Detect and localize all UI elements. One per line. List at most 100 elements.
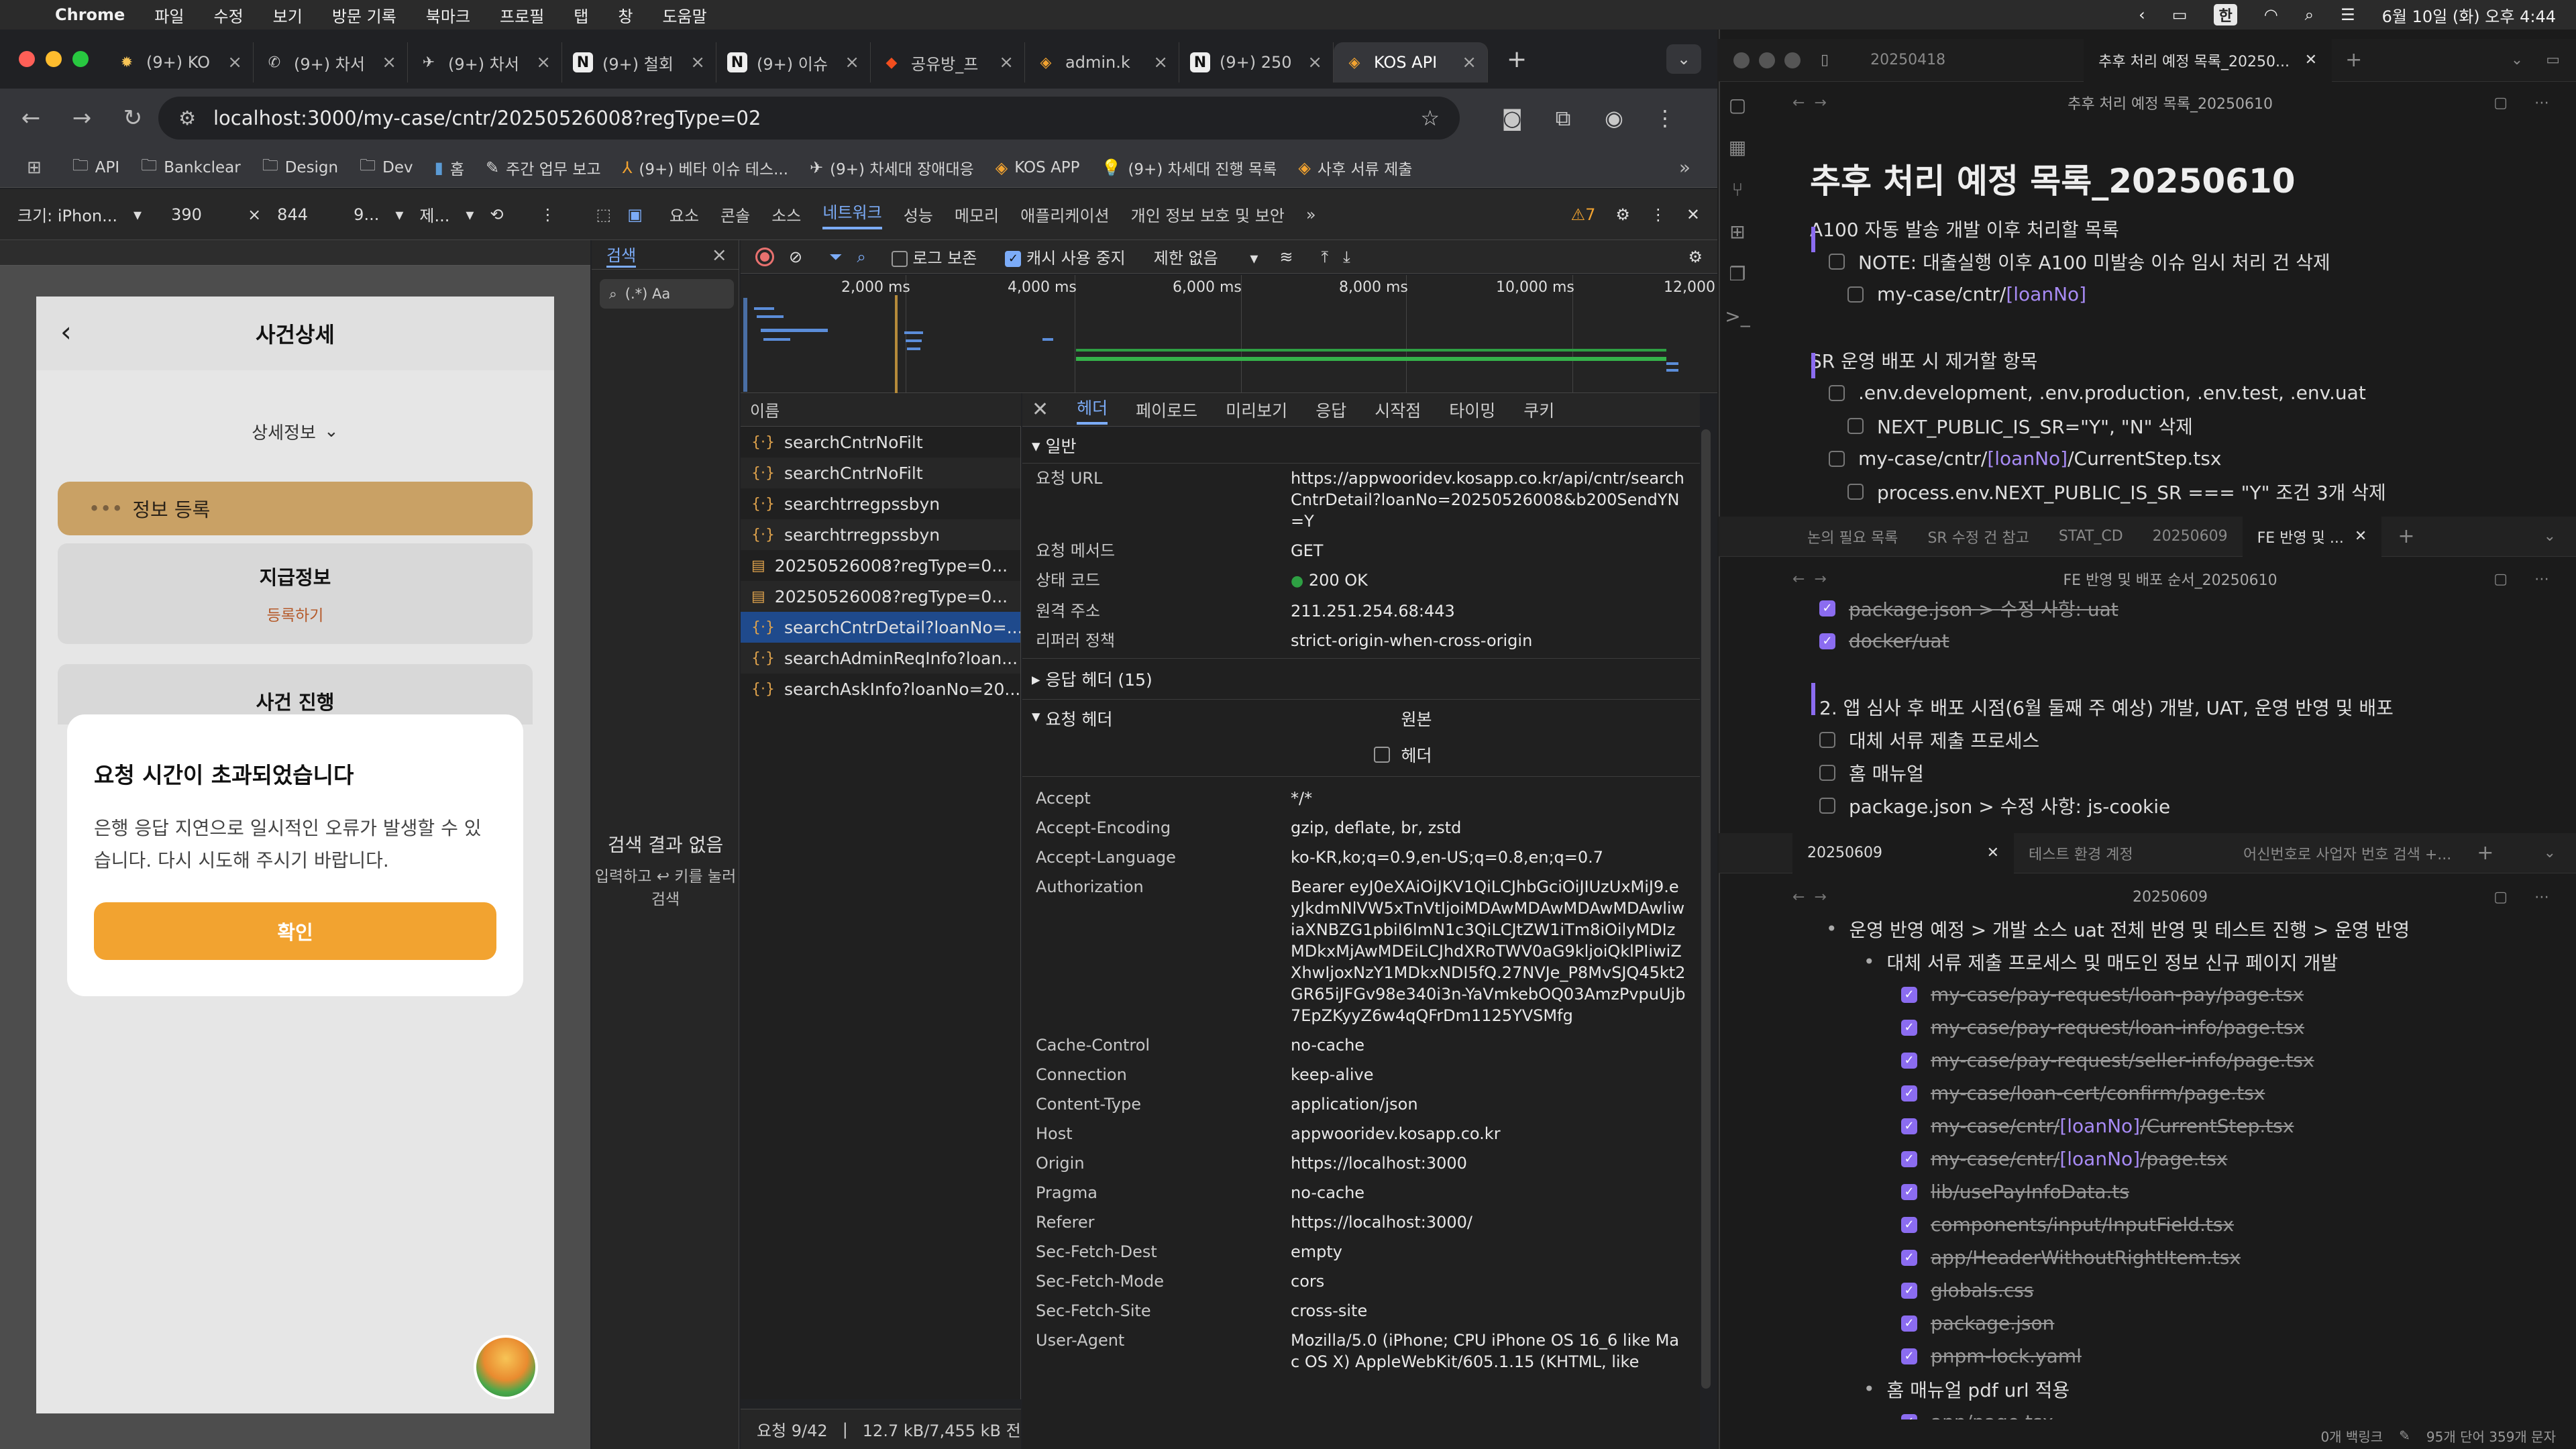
chevron-down-icon[interactable]: ⌄ bbox=[2544, 845, 2556, 861]
close-tab-icon[interactable]: × bbox=[838, 52, 859, 72]
close-tab-icon[interactable]: × bbox=[1146, 52, 1168, 72]
request-row[interactable]: {·} searchCntrNoFilt bbox=[741, 458, 1020, 488]
bookmark-item[interactable]: 🗀 Bankclear bbox=[141, 154, 241, 181]
devtools-more-icon[interactable]: ⋮ bbox=[1650, 205, 1666, 224]
browser-tab-active[interactable]: ◈ KOS API × bbox=[1334, 42, 1488, 83]
note-line[interactable]: 대체 서류 제출 프로세스 bbox=[1819, 723, 2576, 756]
bookmark-item[interactable]: ⅄ (9+) 베타 이슈 테스... bbox=[623, 156, 788, 179]
checkbox-checked-icon[interactable]: ✓ bbox=[1819, 633, 1835, 649]
request-row[interactable]: {·} searchAskInfo?loanNo=20... bbox=[741, 674, 1020, 704]
checkbox-icon[interactable] bbox=[1847, 483, 1864, 500]
request-row[interactable]: {·} searchAdminReqInfo?loan... bbox=[741, 643, 1020, 674]
menu-window[interactable]: 창 bbox=[618, 3, 633, 27]
chrome-menu-icon[interactable]: ⋮ bbox=[1640, 105, 1690, 131]
bookmark-item[interactable]: ✎ 주간 업무 보고 bbox=[486, 156, 601, 179]
menu-view[interactable]: 보기 bbox=[273, 3, 303, 27]
note-line[interactable]: ✓ globals.css bbox=[1826, 1274, 2576, 1307]
note-line[interactable]: ✓ pnpm-lock.yaml bbox=[1826, 1340, 2576, 1373]
note-line[interactable]: ✓ app/HeaderWithoutRightItem.tsx bbox=[1826, 1241, 2576, 1274]
note-tab[interactable]: 테스트 환경 계정 bbox=[2014, 832, 2229, 875]
menu-profile[interactable]: 프로필 bbox=[500, 3, 544, 27]
note-tab[interactable]: 20250418 bbox=[1856, 39, 2084, 82]
device-width-input[interactable]: 390 bbox=[171, 205, 231, 224]
note-line[interactable]: package.json > 수정 사항: js-cookie bbox=[1819, 789, 2576, 822]
request-row[interactable]: ▤ 20250526008?regType=0... bbox=[741, 550, 1020, 581]
control-center-icon[interactable]: ☰ bbox=[2341, 5, 2355, 24]
note-line[interactable]: NOTE: 대출실행 이후 A100 미발송 이슈 임시 처리 건 삭제 bbox=[1810, 245, 2576, 278]
note-heading[interactable]: SR 운영 배포 시 제거할 항목 bbox=[1810, 343, 2576, 376]
minimize-window-button[interactable] bbox=[46, 51, 62, 67]
throttle-select[interactable]: 제한 없음 ▾ bbox=[1154, 245, 1258, 268]
details-scrollbar[interactable] bbox=[1701, 429, 1711, 1389]
nav-arrows-icon[interactable]: ← → bbox=[1792, 95, 1827, 111]
clear-icon[interactable]: ⊘ bbox=[789, 248, 802, 266]
note-more-icon[interactable]: ⋯ bbox=[2534, 889, 2549, 906]
layout-icon[interactable]: ▭ bbox=[2546, 52, 2560, 68]
menu-bookmarks[interactable]: 북마크 bbox=[426, 3, 470, 27]
screenshot-icon[interactable]: ◙ bbox=[1487, 105, 1538, 131]
note-line[interactable]: my-case/cntr/[loanNo]/CurrentStep.tsx bbox=[1810, 442, 2576, 475]
warning-icon[interactable]: ⚠7 bbox=[1571, 205, 1596, 224]
tab-response[interactable]: 응답 bbox=[1316, 398, 1346, 422]
menu-tab[interactable]: 탭 bbox=[574, 3, 588, 27]
note-tab-active[interactable]: 추후 처리 예정 목록_20250... ✕ bbox=[2084, 38, 2332, 82]
back-chevron-icon[interactable]: ‹ bbox=[60, 315, 72, 348]
note-line[interactable]: ✓ my-case/loan-cert/confirm/page.tsx bbox=[1826, 1077, 2576, 1110]
edit-icon[interactable]: ✎ bbox=[2399, 1428, 2410, 1444]
checkbox-checked[interactable]: ✓ bbox=[1005, 251, 1022, 267]
devtools-tab-network[interactable]: 네트워크 bbox=[822, 199, 882, 229]
checkbox-checked-icon[interactable]: ✓ bbox=[1901, 1413, 1917, 1419]
close-tab-icon[interactable]: ✕ bbox=[2355, 528, 2367, 545]
site-info-icon[interactable]: ⚙ bbox=[178, 107, 196, 129]
rotate-icon[interactable]: ⟲ bbox=[490, 205, 503, 224]
network-settings-icon[interactable]: ⚙ bbox=[1688, 248, 1703, 266]
apps-grid-icon[interactable]: ⊞ bbox=[27, 158, 42, 178]
note-more-icon[interactable]: ⋯ bbox=[2534, 571, 2549, 588]
wifi-icon[interactable]: ◠ bbox=[2264, 5, 2278, 24]
note-line[interactable]: • 운영 반영 예정 > 개발 소스 uat 전체 반영 및 테스트 진행 > 운… bbox=[1826, 912, 2576, 945]
close-tab-icon[interactable]: ✕ bbox=[2305, 52, 2317, 68]
new-tab-icon[interactable]: + bbox=[2477, 841, 2493, 865]
tab-headers[interactable]: 헤더 bbox=[1077, 395, 1108, 425]
checkbox-checked-icon[interactable]: ✓ bbox=[1901, 1282, 1917, 1299]
browser-tab[interactable]: ✈ (9+) 차서 × bbox=[408, 42, 562, 83]
checkbox-checked-icon[interactable]: ✓ bbox=[1901, 1085, 1917, 1102]
close-search-icon[interactable]: × bbox=[712, 244, 727, 266]
browser-tab[interactable]: ◆ 공유방_프 × bbox=[871, 42, 1025, 83]
minimize-window-button[interactable] bbox=[1759, 52, 1775, 68]
note-line[interactable]: • 홈 매뉴얼 pdf url 적용 bbox=[1826, 1373, 2576, 1405]
more-bookmarks-icon[interactable]: » bbox=[1679, 156, 1690, 178]
checkbox-icon[interactable] bbox=[1819, 764, 1835, 781]
menu-history[interactable]: 방문 기록 bbox=[332, 3, 396, 27]
raw-toggle[interactable]: 원본 헤더 bbox=[1374, 706, 1432, 767]
note-line[interactable]: NEXT_PUBLIC_IS_SR="Y", "N" 삭제 bbox=[1810, 409, 2576, 442]
note-line[interactable]: ✓ my-case/cntr/[loanNo]/CurrentStep.tsx bbox=[1826, 1110, 2576, 1142]
checkbox-checked-icon[interactable]: ✓ bbox=[1819, 600, 1835, 616]
chevron-down-icon[interactable]: ⌄ bbox=[2544, 528, 2556, 545]
checkbox-checked-icon[interactable]: ✓ bbox=[1901, 1118, 1917, 1134]
checkbox-icon[interactable] bbox=[1819, 731, 1835, 748]
reading-view-icon[interactable]: ▢ bbox=[2493, 95, 2508, 111]
upload-icon[interactable]: ⤒ bbox=[1322, 248, 1329, 266]
note-tab[interactable]: 논의 필요 목록 bbox=[1792, 515, 1913, 558]
checkbox-checked-icon[interactable]: ✓ bbox=[1901, 1315, 1917, 1332]
note-tab-active[interactable]: FE 반영 및 ... ✕ bbox=[2242, 515, 2382, 558]
reading-view-icon[interactable]: ▢ bbox=[2493, 889, 2508, 906]
bookmark-item[interactable]: 💡 (9+) 차세대 진행 목록 bbox=[1102, 156, 1277, 179]
note-link[interactable]: [loanNo] bbox=[2059, 1148, 2140, 1170]
checkbox-checked-icon[interactable]: ✓ bbox=[1901, 1183, 1917, 1200]
nav-arrows-icon[interactable]: ← → bbox=[1792, 889, 1827, 906]
close-tab-icon[interactable]: × bbox=[1455, 52, 1477, 72]
chevron-down-icon[interactable]: ⌄ bbox=[2511, 52, 2523, 68]
devtools-tab-memory[interactable]: 메모리 bbox=[955, 203, 999, 226]
tab-search-icon[interactable]: ⌄ bbox=[1666, 44, 1701, 74]
request-row[interactable]: {·} searchtrregpssbyn bbox=[741, 488, 1020, 519]
note-line[interactable]: ✓ docker/uat bbox=[1819, 625, 2576, 657]
register-link[interactable]: 등록하기 bbox=[58, 602, 533, 625]
battery-icon[interactable]: ▭ bbox=[2172, 5, 2188, 24]
tab-cookies[interactable]: 쿠키 bbox=[1523, 398, 1554, 422]
raw-checkbox[interactable] bbox=[1374, 747, 1391, 763]
reading-view-icon[interactable]: ▢ bbox=[2493, 571, 2508, 588]
request-headers-section[interactable]: ▾ 요청 헤더 원본 헤더 bbox=[1022, 700, 1700, 777]
browser-tab[interactable]: N (9+) 250 × bbox=[1179, 42, 1334, 83]
